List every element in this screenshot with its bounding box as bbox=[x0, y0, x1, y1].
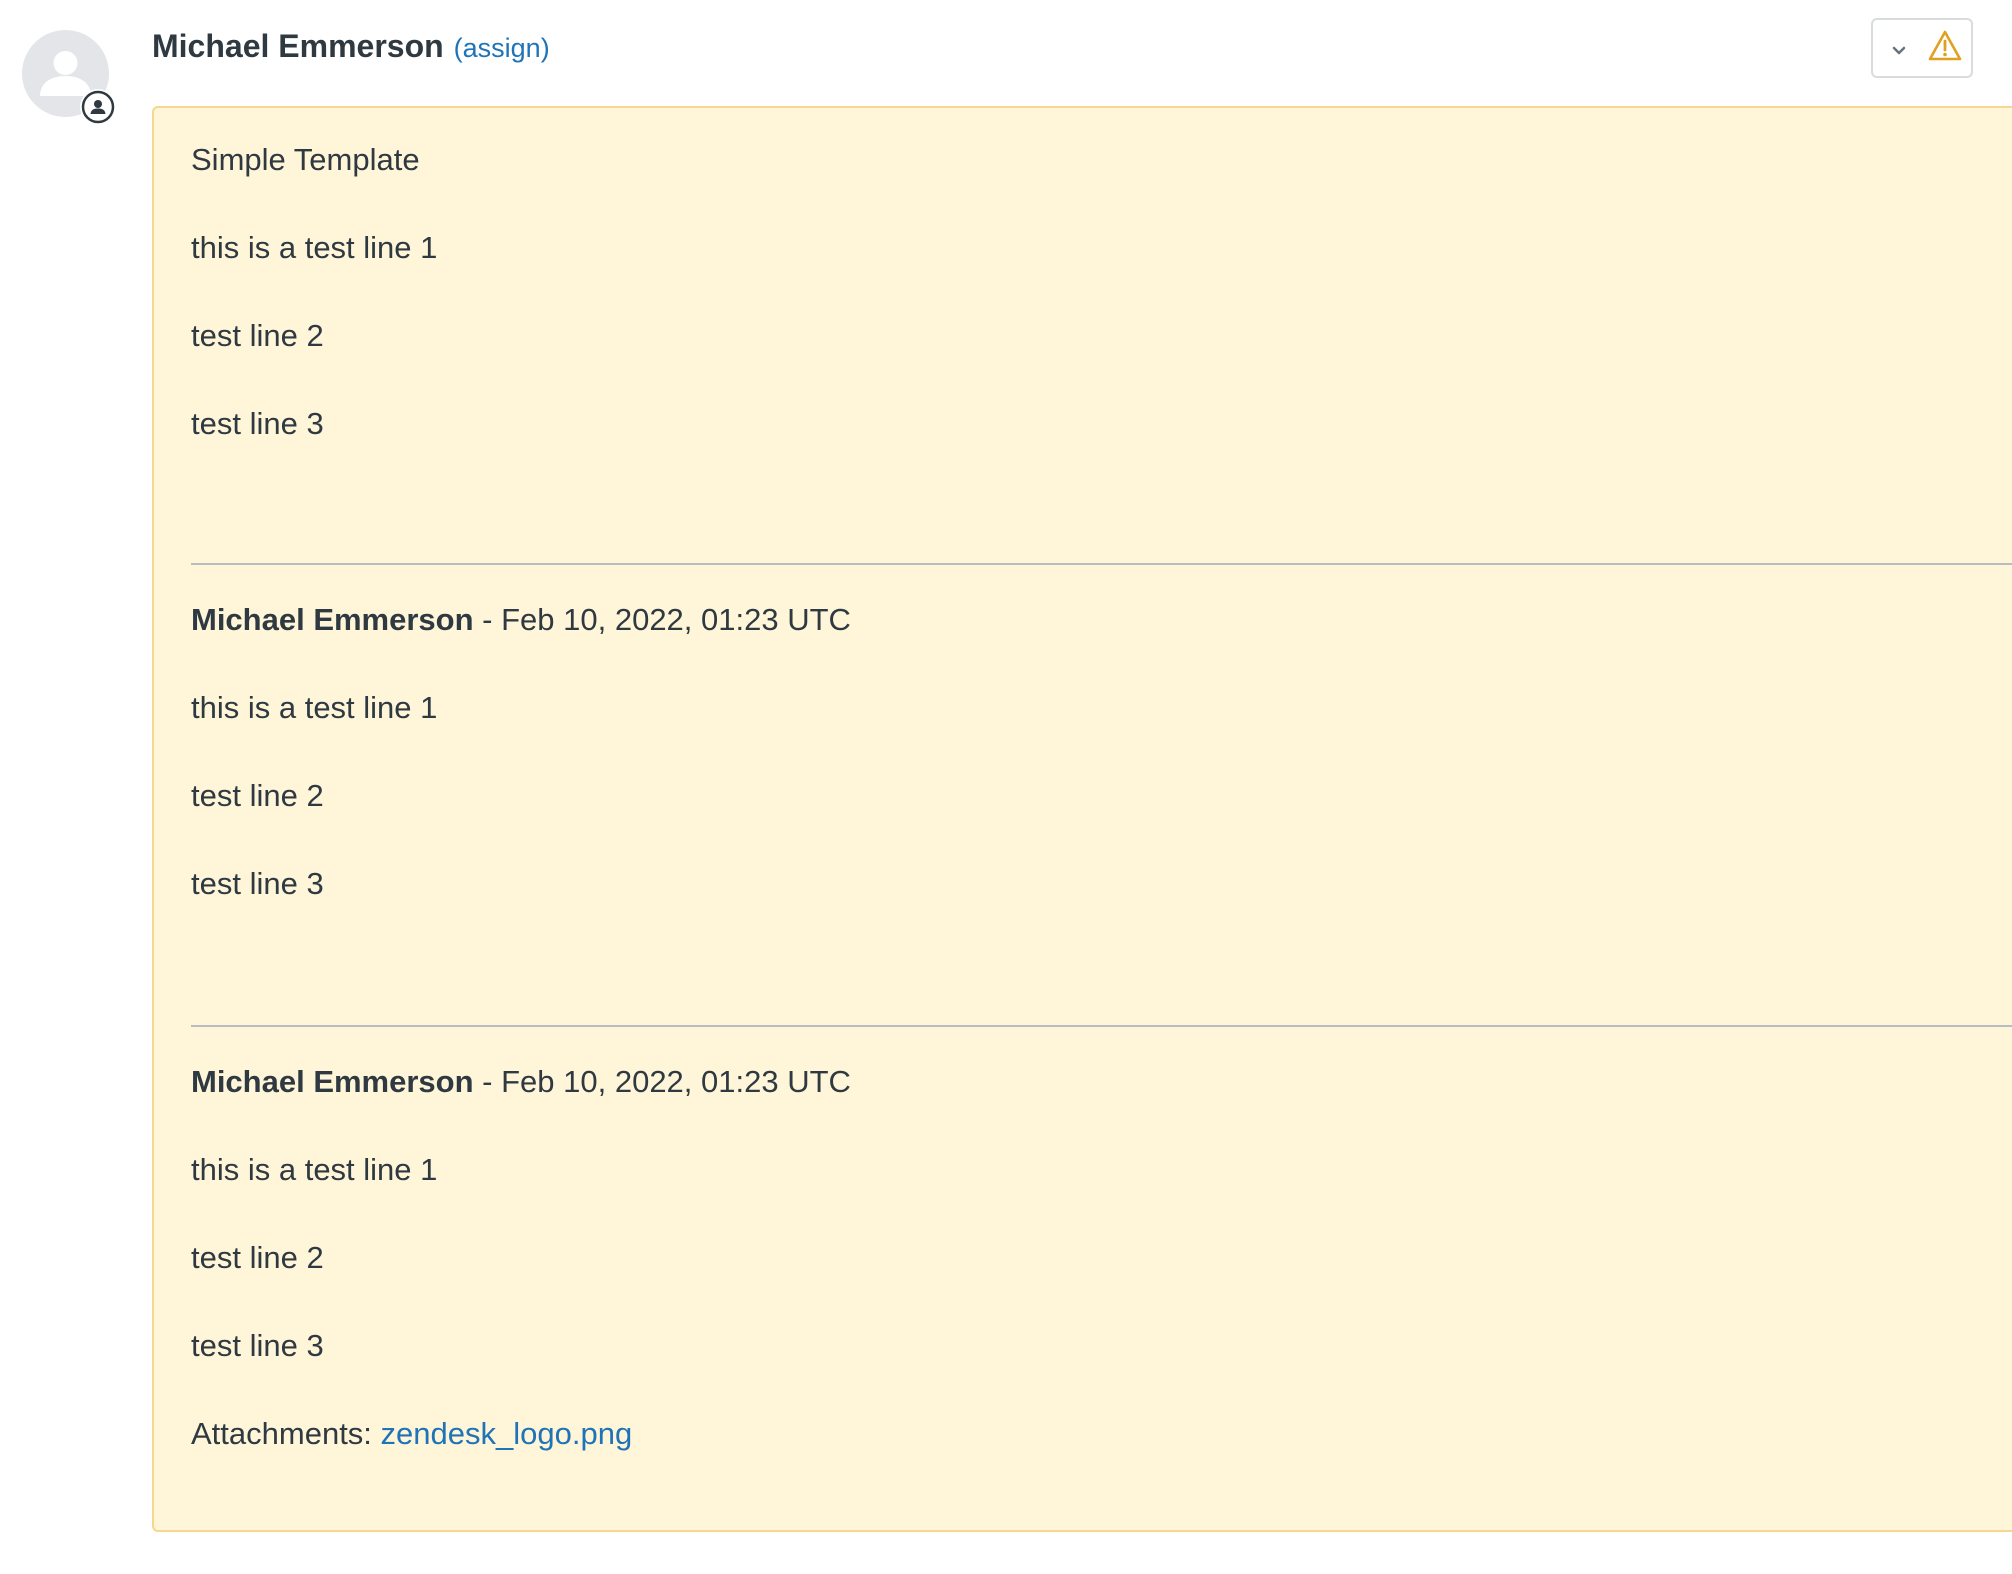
quoted-line: test line 3 bbox=[191, 1328, 324, 1363]
author-name[interactable]: Michael Emmerson bbox=[152, 28, 444, 65]
quoted-author: Michael Emmerson bbox=[191, 1064, 474, 1099]
quoted-line: test line 2 bbox=[191, 778, 324, 813]
warning-icon bbox=[1928, 30, 1962, 61]
assign-link[interactable]: (assign) bbox=[454, 33, 550, 64]
quoted-timestamp: - Feb 10, 2022, 01:23 UTC bbox=[473, 602, 851, 637]
quoted-line: this is a test line 1 bbox=[191, 1152, 438, 1187]
attachments-label: Attachments: bbox=[191, 1416, 381, 1451]
quoted-author: Michael Emmerson bbox=[191, 602, 474, 637]
quoted-header: Michael Emmerson - Feb 10, 2022, 01:23 U… bbox=[191, 600, 851, 640]
comment-body: Simple Template this is a test line 1 te… bbox=[152, 106, 2012, 1532]
quoted-line: test line 3 bbox=[191, 866, 324, 901]
divider bbox=[191, 563, 2012, 565]
comment-title: Simple Template bbox=[191, 142, 420, 177]
agent-badge bbox=[80, 89, 116, 125]
agent-badge-icon bbox=[81, 90, 115, 124]
attachment-link[interactable]: zendesk_logo.png bbox=[381, 1416, 633, 1451]
chevron-down-icon bbox=[1892, 46, 1906, 55]
quoted-header: Michael Emmerson - Feb 10, 2022, 01:23 U… bbox=[191, 1062, 851, 1102]
comment-line: this is a test line 1 bbox=[191, 230, 438, 265]
comment-actions-button[interactable] bbox=[1871, 18, 1973, 78]
quoted-line: this is a test line 1 bbox=[191, 690, 438, 725]
comment-line: test line 2 bbox=[191, 318, 324, 353]
comment-line: test line 3 bbox=[191, 406, 324, 441]
attachments-row: Attachments: zendesk_logo.png bbox=[191, 1414, 632, 1454]
quoted-timestamp: - Feb 10, 2022, 01:23 UTC bbox=[473, 1064, 851, 1099]
comment-header: Michael Emmerson (assign) bbox=[152, 28, 550, 72]
quoted-line: test line 2 bbox=[191, 1240, 324, 1275]
divider bbox=[191, 1025, 2012, 1027]
